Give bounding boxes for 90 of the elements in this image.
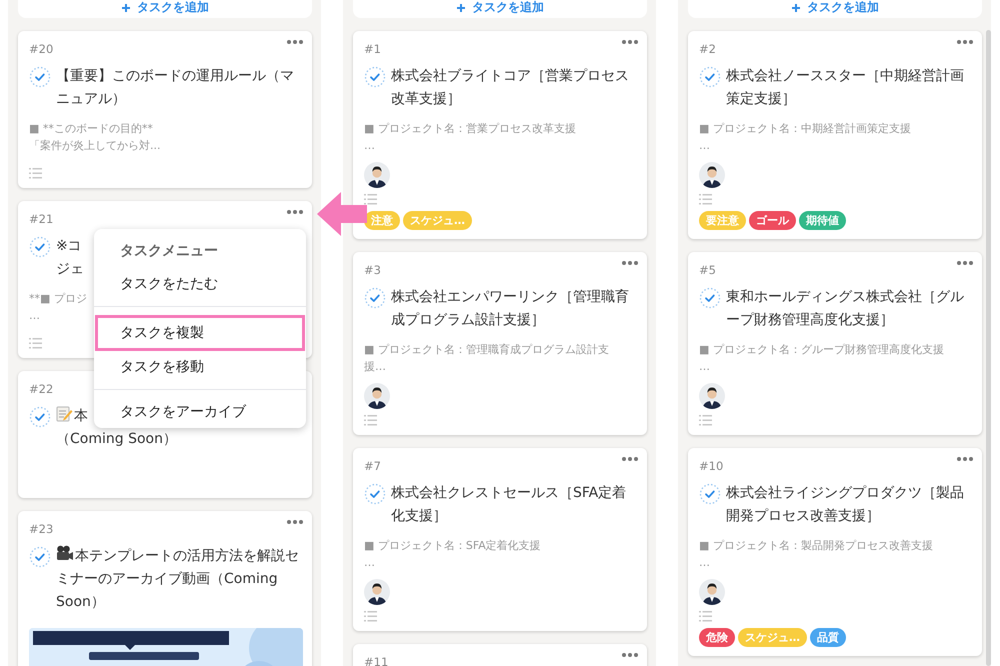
task-title: 株式会社ブライトコア［営業プロセス改革支援］	[391, 67, 630, 109]
task-description: 「案件が炎上してから対...	[29, 138, 160, 154]
task-number: #22	[29, 381, 54, 397]
task-description: …	[699, 138, 711, 154]
task-description: ■ プロジェクト名：営業プロセス改革支援	[364, 121, 576, 137]
task-title: 本テンプレートの活用方法を解説セミナーのアーカイブ動画（Coming Soon）	[56, 545, 301, 614]
check-circle-icon[interactable]	[699, 287, 721, 309]
task-description: 援…	[364, 359, 387, 375]
task-title: 株式会社エンパワーリンク［管理職育成プログラム設計支援］	[391, 288, 630, 330]
tag: スケジュ…	[738, 628, 807, 647]
tag: 品質	[810, 628, 846, 647]
check-circle-icon[interactable]	[364, 66, 386, 88]
check-circle-icon[interactable]	[29, 66, 51, 88]
tag: 注意	[364, 211, 400, 230]
more-icon[interactable]	[621, 39, 639, 45]
task-title: 【重要】このボードの運用ルール（マニュアル）	[56, 67, 295, 109]
task-number: #21	[29, 211, 54, 227]
task-title: 本	[56, 405, 88, 428]
menu-title: タスクメニュー	[119, 242, 219, 261]
task-title: 株式会社ノーススター［中期経営計画策定支援］	[726, 67, 965, 109]
task-number: #5	[699, 262, 716, 278]
more-icon[interactable]	[621, 456, 639, 462]
tag: 危険	[699, 628, 735, 647]
task-card[interactable]: #23 本テンプレートの活用方法を解説セミナーのアーカイブ動画（Coming Soon）	[18, 511, 312, 666]
task-number: #11	[364, 654, 388, 666]
tag: スケジュ…	[403, 211, 472, 230]
task-description: ■ プロジェクト名：製品開発プロセス改善支援	[699, 538, 933, 554]
task-title: 東和ホールディングス株式会社［グループ財務管理高度化支援］	[726, 288, 965, 330]
more-icon[interactable]	[621, 260, 639, 266]
task-card[interactable]: #1 株式会社ブライトコア［営業プロセス改革支援］ ■ プロジェクト名：営業プロセス改革支援 … 注意 スケジュ…	[353, 31, 647, 239]
more-icon[interactable]	[286, 519, 304, 525]
tag: ゴール	[749, 211, 796, 230]
task-title: 株式会社クレストセールス［SFA定着化支援］	[391, 484, 628, 526]
task-description: …	[364, 555, 376, 571]
task-description: ■ プロジェクト名：SFA定着化支援	[364, 538, 541, 554]
tag: 期待値	[799, 211, 846, 230]
check-circle-icon[interactable]	[29, 236, 51, 258]
tag: 要注意	[699, 211, 746, 230]
task-number: #20	[29, 41, 54, 57]
task-description: ■ プロジェクト名：中期経営計画策定支援	[699, 121, 911, 137]
task-number: #7	[364, 458, 381, 474]
task-description: ■ プロジェクト名：管理職育成プログラム設計支	[364, 342, 609, 358]
movie-camera-icon	[56, 545, 74, 562]
check-circle-icon[interactable]	[699, 66, 721, 88]
check-circle-icon[interactable]	[29, 546, 51, 568]
more-icon[interactable]	[286, 209, 304, 215]
more-icon[interactable]	[956, 260, 974, 266]
task-card[interactable]: #5 東和ホールディングス株式会社［グループ財務管理高度化支援］ ■ プロジェクト名：グループ財務管理高度化支援 …	[688, 252, 982, 435]
task-number: #10	[699, 458, 724, 474]
task-card[interactable]: #2 株式会社ノーススター［中期経営計画策定支援］ ■ プロジェクト名：中期経営計画策定支援 … 要注意 ゴール 期待値	[688, 31, 982, 239]
check-circle-icon[interactable]	[699, 483, 721, 505]
task-card[interactable]: #3 株式会社エンパワーリンク［管理職育成プログラム設計支援］ ■ プロジェクト名：管理職育成プログラム設計支 援…	[353, 252, 647, 435]
task-description: **■ プロジ	[29, 291, 87, 307]
check-circle-icon[interactable]	[29, 406, 51, 428]
add-task-button[interactable]: タスクを追加	[353, 0, 647, 18]
more-icon[interactable]	[621, 652, 639, 658]
task-title: 株式会社ライジングプロダクツ［製品開発プロセス改善支援］	[726, 484, 965, 526]
task-card[interactable]: #11	[353, 644, 647, 666]
task-number: #23	[29, 521, 54, 537]
menu-item[interactable]: タスクを複製	[98, 318, 302, 348]
task-title: ※コ	[56, 237, 82, 256]
task-description: ■ プロジェクト名：グループ財務管理高度化支援	[699, 342, 944, 358]
more-icon[interactable]	[956, 456, 974, 462]
add-task-button[interactable]: タスクを追加	[18, 0, 312, 18]
check-circle-icon[interactable]	[364, 287, 386, 309]
add-task-button[interactable]: タスクを追加	[688, 0, 982, 18]
task-description: …	[29, 308, 41, 324]
task-card[interactable]: #7 株式会社クレストセールス［SFA定着化支援］ ■ プロジェクト名：SFA定着化支援 …	[353, 448, 647, 631]
plus-icon	[791, 2, 801, 12]
task-description: ■ **このボードの目的**	[29, 121, 154, 137]
task-description: …	[699, 555, 711, 571]
check-circle-icon[interactable]	[364, 483, 386, 505]
scrollbar[interactable]	[986, 30, 991, 666]
plus-icon	[456, 2, 466, 12]
task-title: （Coming Soon）	[56, 430, 177, 449]
pointer-arrow	[317, 192, 367, 236]
task-card[interactable]: #10 株式会社ライジングプロダクツ［製品開発プロセス改善支援］ ■ プロジェクト名：製品開発プロセス改善支援 … 危険 スケジュ… 品質	[688, 448, 982, 656]
task-title: ジェ	[56, 260, 84, 279]
task-description: …	[699, 359, 711, 375]
task-number: #1	[364, 41, 381, 57]
memo-pencil-icon	[56, 405, 73, 422]
task-card[interactable]: #20 【重要】このボードの運用ルール（マニュアル） ■ **このボードの目的** 「案件が炎上してから対...	[18, 31, 312, 188]
task-number: #2	[699, 41, 716, 57]
task-number: #3	[364, 262, 381, 278]
menu-item[interactable]: タスクをたたむ	[94, 269, 306, 299]
task-description: …	[364, 138, 376, 154]
more-icon[interactable]	[286, 39, 304, 45]
menu-item[interactable]: タスクをアーカイブ	[94, 397, 306, 427]
plus-icon	[121, 2, 131, 12]
more-icon[interactable]	[956, 39, 974, 45]
